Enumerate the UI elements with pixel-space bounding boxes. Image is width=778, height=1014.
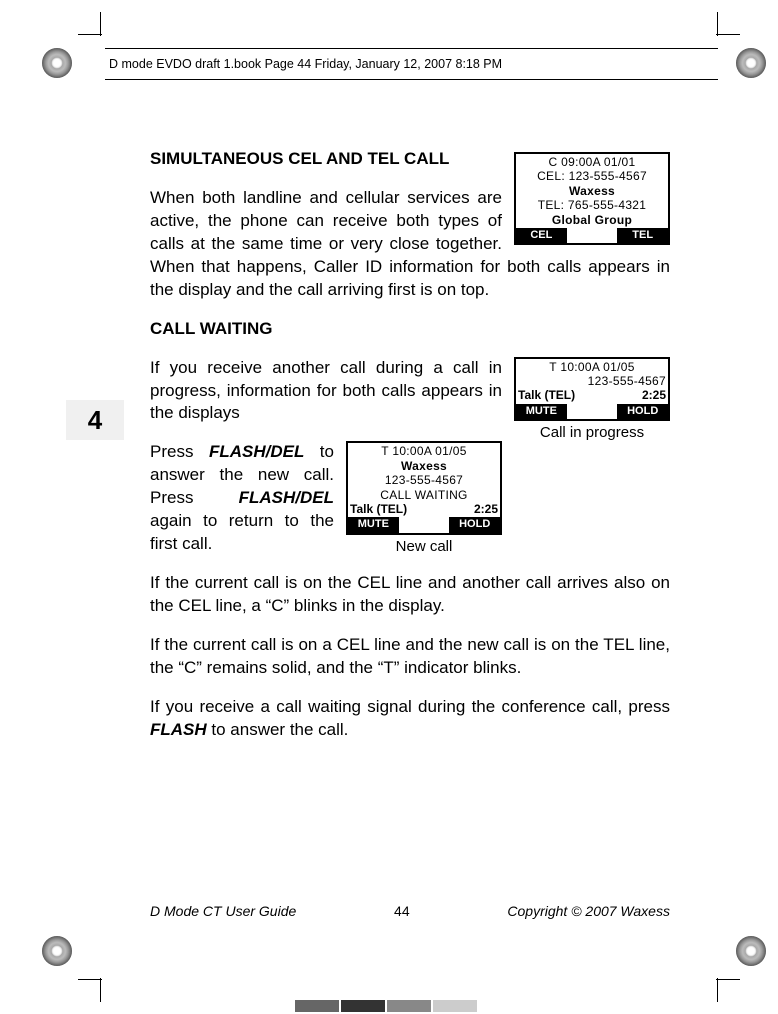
lcd-softkey-left: CEL <box>516 228 567 243</box>
lcd-softkey-left: MUTE <box>348 517 399 532</box>
paragraph: If the current call is on the CEL line a… <box>150 572 670 618</box>
lcd-row: Waxess <box>350 459 498 473</box>
lcd-softkey-mid <box>399 517 450 532</box>
lcd-row: Waxess <box>518 184 666 198</box>
chapter-number: 4 <box>88 405 102 436</box>
section-heading: CALL WAITING <box>150 318 670 341</box>
lcd-row: 123-555-4567 <box>518 374 666 388</box>
key-flash: FLASH <box>150 720 207 739</box>
lcd-row: T 10:00A 01/05 <box>350 444 498 458</box>
lcd-talk-label: Talk (TEL) <box>518 388 575 402</box>
lcd-softkey-right: HOLD <box>617 404 668 419</box>
lcd-call-in-progress: T 10:00A 01/05 123-555-4567 Talk (TEL) 2… <box>514 357 670 444</box>
key-flash-del: FLASH/DEL <box>209 442 304 461</box>
lcd-talk-timer: 2:25 <box>474 502 498 516</box>
header-text: D mode EVDO draft 1.book Page 44 Friday,… <box>109 57 502 71</box>
lcd-row: 123-555-4567 <box>350 473 498 487</box>
lcd-caption: New call <box>346 537 502 557</box>
lcd-softkey-left: MUTE <box>516 404 567 419</box>
lcd-softkey-right: TEL <box>617 228 668 243</box>
footer-copyright: Copyright © 2007 Waxess <box>507 903 670 919</box>
lcd-row: Global Group <box>518 213 666 227</box>
lcd-row: TEL: 765-555-4321 <box>518 198 666 212</box>
paragraph: If the current call is on a CEL line and… <box>150 634 670 680</box>
lcd-softkey-mid <box>567 404 618 419</box>
binder-ring-icon <box>736 48 766 78</box>
paragraph: If you receive a call waiting signal dur… <box>150 696 670 742</box>
lcd-talk-label: Talk (TEL) <box>350 502 407 516</box>
lcd-row: CEL: 123-555-4567 <box>518 169 666 183</box>
binder-ring-icon <box>42 936 72 966</box>
lcd-sim-call: C 09:00A 01/01 CEL: 123-555-4567 Waxess … <box>514 152 670 245</box>
lcd-talk-timer: 2:25 <box>642 388 666 402</box>
binder-ring-icon <box>736 936 766 966</box>
page-header: D mode EVDO draft 1.book Page 44 Friday,… <box>105 48 718 80</box>
lcd-softkey-mid <box>567 228 618 243</box>
binder-ring-icon <box>42 48 72 78</box>
page-content: C 09:00A 01/01 CEL: 123-555-4567 Waxess … <box>150 148 670 758</box>
lcd-caption: Call in progress <box>514 423 670 443</box>
lcd-row: CALL WAITING <box>350 488 498 502</box>
footer-page-number: 44 <box>394 903 410 919</box>
page-footer: D Mode CT User Guide 44 Copyright © 2007… <box>150 903 670 919</box>
lcd-row: C 09:00A 01/01 <box>518 155 666 169</box>
chapter-tab: 4 <box>66 400 124 440</box>
color-calibration-bar <box>295 1000 483 1012</box>
footer-guide-name: D Mode CT User Guide <box>150 903 296 919</box>
lcd-softkey-right: HOLD <box>449 517 500 532</box>
key-flash-del: FLASH/DEL <box>239 488 334 507</box>
lcd-new-call: T 10:00A 01/05 Waxess 123-555-4567 CALL … <box>346 441 502 556</box>
lcd-row: T 10:00A 01/05 <box>518 360 666 374</box>
